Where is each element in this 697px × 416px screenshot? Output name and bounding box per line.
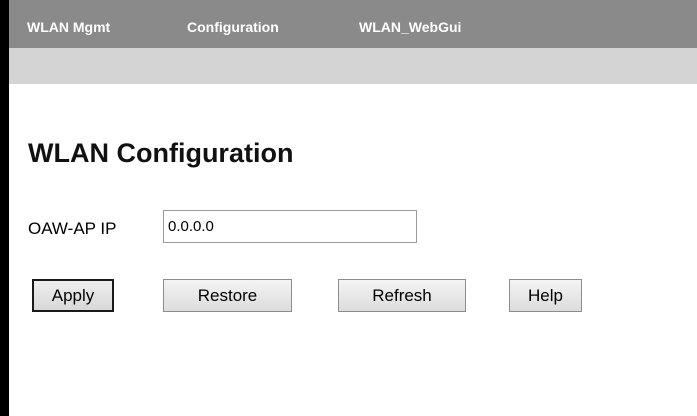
nav-item-wlan-mgmt[interactable]: WLAN Mgmt xyxy=(27,19,110,35)
left-border xyxy=(0,0,9,416)
page-title: WLAN Configuration xyxy=(28,138,294,168)
help-button[interactable]: Help xyxy=(509,279,582,312)
oaw-ap-ip-label: OAW-AP IP xyxy=(28,219,117,238)
refresh-button[interactable]: Refresh xyxy=(338,279,466,312)
apply-button[interactable]: Apply xyxy=(32,279,114,312)
nav-item-wlan-webgui[interactable]: WLAN_WebGui xyxy=(359,19,461,35)
page-frame: WLAN Mgmt Configuration WLAN_WebGui WLAN… xyxy=(0,0,697,416)
nav-item-configuration[interactable]: Configuration xyxy=(187,19,279,35)
sub-navigation-bar xyxy=(9,48,697,84)
top-navigation-bar: WLAN Mgmt Configuration WLAN_WebGui xyxy=(9,0,697,48)
oaw-ap-ip-input[interactable] xyxy=(163,210,417,243)
restore-button[interactable]: Restore xyxy=(163,279,292,312)
